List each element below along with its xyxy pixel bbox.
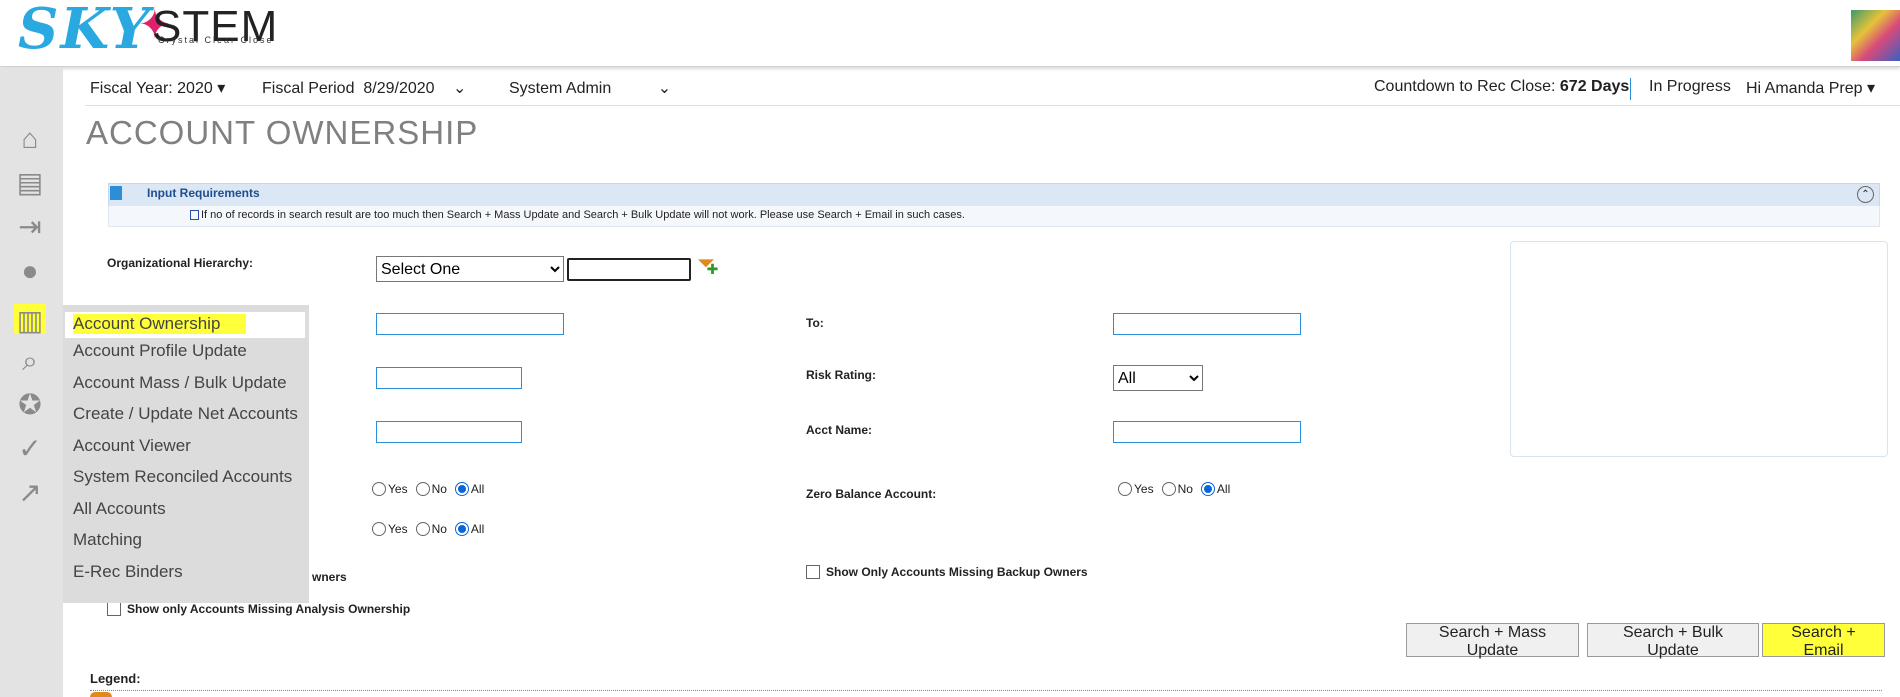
caret-down-icon: ▾ [217,80,226,97]
menu-item-system-reconciled-accounts[interactable]: System Reconciled Accounts [73,467,292,487]
fiscal-year-dropdown[interactable]: Fiscal Year: 2020 ▾ [90,78,225,98]
info-panel-header [108,183,1880,207]
to-input[interactable] [1113,313,1301,335]
menu-item-create-update-net-accounts[interactable]: Create / Update Net Accounts [73,404,298,424]
reconciliation-icon[interactable]: ✓ [12,432,48,466]
radio-all[interactable] [1200,482,1215,496]
radio-no-label: No [431,522,447,536]
chevron-down-icon: ⌄ [657,80,672,97]
acct-name-input[interactable] [1113,421,1301,443]
collapse-icon[interactable]: ⌃ [1857,186,1874,203]
search-email-button[interactable]: Search + Email [1762,623,1885,659]
user-icon[interactable]: ● [12,254,48,288]
missing-backup-owners-checkbox[interactable] [806,565,820,579]
search-mass-update-button[interactable]: Search + Mass Update [1406,623,1579,659]
top-header: SKY ✦ STEM Crystal Clear Close [0,0,1900,67]
countdown: Countdown to Rec Close: 672 Days [1374,78,1629,96]
fiscal-period-label: Fiscal Period 8/29/2020 [262,80,435,97]
filter-input-3[interactable] [376,421,522,443]
logo-sky: SKY [18,0,152,62]
radio-all-label: All [470,522,485,536]
missing-analysis-checkbox[interactable] [107,602,121,616]
radio-yes[interactable] [372,522,386,536]
radio-yes[interactable] [372,482,386,496]
divider [1630,78,1631,100]
logo-tagline: Crystal Clear Close [158,35,274,45]
missing-backup-owners-label: Show Only Accounts Missing Backup Owners [826,565,1088,579]
info-panel-text: If no of records in search result are to… [201,209,965,221]
avatar[interactable] [1851,10,1900,61]
missing-analysis-label: Show only Accounts Missing Analysis Owne… [127,602,411,616]
menu-item-account-viewer[interactable]: Account Viewer [73,436,191,456]
zero-balance-radio-group: Yes No All [1118,482,1230,496]
countdown-value: 672 Days [1559,78,1630,95]
acct-name-label: Acct Name: [806,423,873,437]
document-icon [110,186,122,200]
legend-divider [90,690,1882,691]
radio-all-label: All [470,482,485,496]
radio-all[interactable] [454,522,469,536]
search-bulk-update-button[interactable]: Search + Bulk Update [1587,623,1759,659]
legend-label: Legend: [90,671,141,686]
risk-rating-label: Risk Rating: [806,368,877,382]
to-label: To: [806,316,824,330]
home-icon[interactable]: ⌂ [12,122,48,156]
radio-all[interactable] [454,482,469,496]
status-text: In Progress [1649,78,1731,95]
menu-item-matching[interactable]: Matching [73,530,142,550]
chevron-down-icon: ⌄ [453,80,467,97]
info-panel-title: Input Requirements [147,186,260,200]
missing-analysis-option: Show only Accounts Missing Analysis Owne… [107,602,410,616]
radio-group-2: Yes No All [372,522,484,536]
menu-item-label: Account Ownership [73,314,247,334]
certification-icon[interactable]: ✪ [12,388,48,422]
org-hierarchy-input[interactable] [567,258,691,281]
zero-balance-label: Zero Balance Account: [806,487,937,501]
menu-item-account-profile-update[interactable]: Account Profile Update [73,341,247,361]
from-input[interactable] [376,313,564,335]
missing-backup-owners-option: Show Only Accounts Missing Backup Owners [806,565,1088,579]
radio-no-label: No [1177,482,1193,496]
user-menu[interactable]: Hi Amanda Prep ▾ [1746,78,1875,98]
radio-yes-label: Yes [1134,482,1154,496]
fiscal-year-label: Fiscal Year: 2020 [90,80,213,97]
caret-down-icon: ▾ [1866,80,1875,97]
menu-item-e-rec-binders[interactable]: E-Rec Binders [73,562,183,582]
legend-icon [90,692,112,697]
dashboard-icon[interactable]: ▤ [12,166,48,200]
analytics-icon[interactable]: ↗ [12,476,48,510]
menu-item-account-mass-bulk-update[interactable]: Account Mass / Bulk Update [73,373,287,393]
radio-no[interactable] [415,482,430,496]
menu-item-all-accounts[interactable]: All Accounts [73,499,166,519]
role-dropdown[interactable]: System Admin ⌄ [509,78,671,98]
radio-no[interactable] [1161,482,1176,496]
radio-all-label: All [1216,482,1231,496]
radio-yes-label: Yes [388,522,408,536]
filter-add-icon[interactable]: ⏷✚ [697,250,726,277]
role-label: System Admin [509,80,612,97]
side-panel [1510,241,1888,457]
sidebar: ⌂ ▤ ⇥ ● ▥ ⌕ ✪ ✓ ↗ [0,68,63,697]
org-hierarchy-select[interactable]: Select One [376,256,564,282]
radio-yes[interactable] [1118,482,1132,496]
search-report-icon[interactable]: ⌕ [12,344,48,378]
missing-owners-label: wners [312,570,347,584]
risk-rating-select[interactable]: All [1113,365,1203,391]
fiscal-period-dropdown[interactable]: Fiscal Period 8/29/2020 ⌄ [262,78,466,98]
countdown-label: Countdown to Rec Close: [1374,78,1556,95]
page-title: ACCOUNT OWNERSHIP [86,114,479,151]
accounts-icon[interactable]: ▥ [14,304,46,336]
info-bullet-icon [190,210,199,220]
accounts-submenu: Account Ownership Account Profile Update… [63,305,309,603]
radio-no[interactable] [415,522,430,536]
import-icon[interactable]: ⇥ [12,210,48,244]
user-greeting: Hi Amanda Prep [1746,80,1863,97]
radio-yes-label: Yes [388,482,408,496]
radio-no-label: No [431,482,447,496]
menu-item-account-ownership[interactable]: Account Ownership [65,312,305,338]
radio-group-1: Yes No All [372,482,484,496]
org-hierarchy-label: Organizational Hierarchy: [107,256,254,270]
filter-input-2[interactable] [376,367,522,389]
header-divider [85,105,1900,106]
